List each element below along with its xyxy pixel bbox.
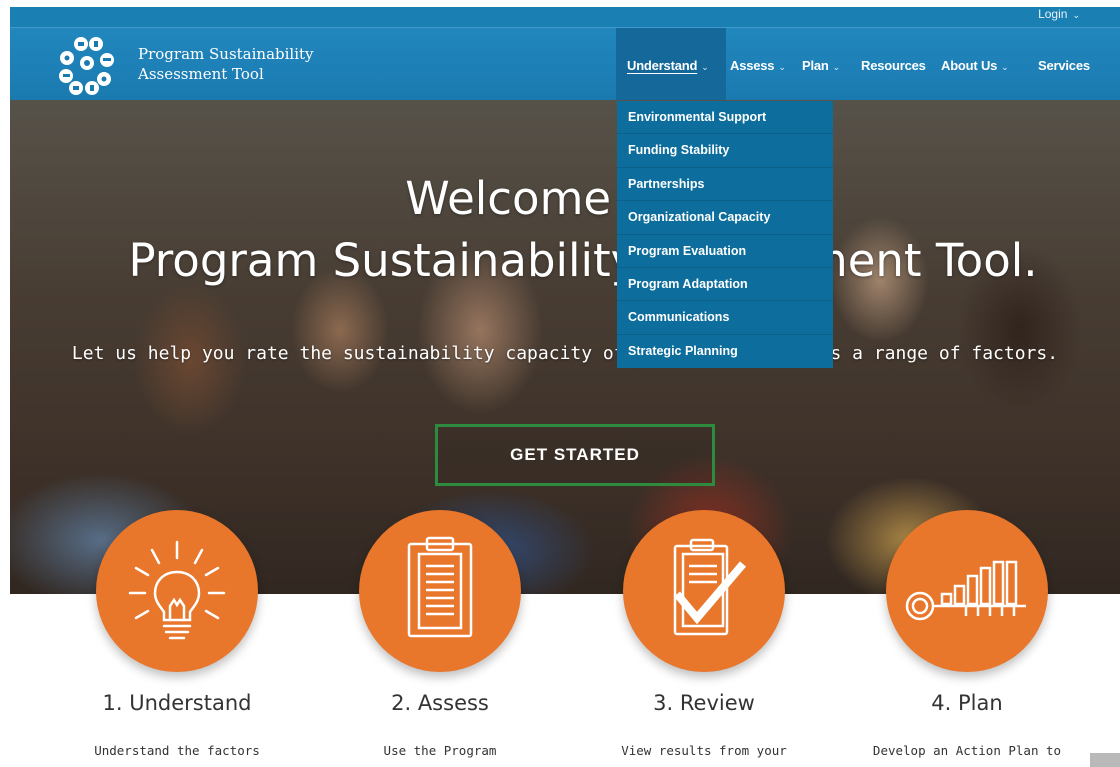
nav-services-label: Services	[1038, 58, 1090, 73]
site-title-line2: Assessment Tool	[138, 65, 264, 83]
step-review-circle[interactable]	[623, 510, 785, 672]
menu-item-organizational-capacity[interactable]: Organizational Capacity	[617, 201, 833, 235]
utility-bar: Login ⌄	[10, 7, 1120, 27]
nav-resources[interactable]: Resources	[861, 58, 926, 73]
logo-icon-cluster-icon	[59, 37, 114, 95]
step-plan-circle[interactable]	[886, 510, 1048, 672]
step-plan-description: Develop an Action Plan to	[872, 743, 1062, 758]
site-logo[interactable]	[54, 34, 124, 98]
step-assess-description: Use the Program	[383, 743, 497, 758]
menu-item-partnerships[interactable]: Partnerships	[617, 168, 833, 202]
nav-about-us-label: About Us	[941, 58, 998, 73]
nav-plan-label: Plan	[802, 58, 829, 73]
hero-subtitle: Let us help you rate the sustainability …	[71, 343, 1059, 364]
menu-item-communications[interactable]: Communications	[617, 301, 833, 335]
chevron-down-icon: ⌄	[1072, 10, 1080, 20]
chevron-down-icon: ⌄	[832, 62, 841, 72]
step-review-description: View results from your	[621, 743, 787, 758]
nav-plan[interactable]: Plan ⌄	[802, 58, 840, 73]
nav-assess-label: Assess	[730, 58, 775, 73]
understand-dropdown-menu: Environmental Support Funding Stability …	[617, 101, 833, 368]
step-review-title: 3. Review	[653, 691, 755, 715]
login-menu[interactable]: Login ⌄	[1038, 7, 1080, 27]
step-plan-title: 4. Plan	[931, 691, 1003, 715]
get-started-button[interactable]: GET STARTED	[435, 424, 715, 486]
menu-item-program-evaluation[interactable]: Program Evaluation	[617, 235, 833, 268]
hero-title-line1: Welcome to the	[405, 172, 759, 225]
site-title[interactable]: Program Sustainability Assessment Tool	[138, 44, 314, 84]
chevron-down-icon: ⌄	[1001, 62, 1009, 72]
chevron-down-icon: ⌄	[778, 62, 786, 72]
key-chart-icon	[905, 560, 1026, 621]
lightbulb-icon	[128, 540, 226, 640]
menu-item-strategic-planning[interactable]: Strategic Planning	[617, 335, 833, 368]
nav-assess[interactable]: Assess ⌄	[730, 58, 786, 73]
hero-title-line2: Program Sustainability Assessment Tool.	[128, 234, 1038, 287]
menu-item-program-adaptation[interactable]: Program Adaptation	[617, 268, 833, 302]
step-assess-title: 2. Assess	[391, 691, 489, 715]
scroll-to-top-button[interactable]	[1090, 753, 1120, 767]
menu-item-environmental-support[interactable]: Environmental Support	[617, 101, 833, 135]
chevron-down-icon: ⌄	[701, 62, 709, 72]
nav-understand[interactable]: Understand ⌄	[627, 58, 709, 73]
step-understand-circle[interactable]	[96, 510, 258, 672]
login-label[interactable]: Login	[1038, 7, 1067, 21]
site-header: Program Sustainability Assessment Tool U…	[10, 27, 1120, 101]
step-assess-circle[interactable]	[359, 510, 521, 672]
nav-resources-label: Resources	[861, 58, 926, 73]
nav-services[interactable]: Services	[1038, 58, 1090, 73]
step-understand-description: Understand the factors	[94, 743, 260, 758]
clipboard-icon	[407, 536, 473, 638]
step-understand-title: 1. Understand	[102, 691, 252, 715]
menu-item-funding-stability[interactable]: Funding Stability	[617, 134, 833, 168]
nav-understand-label: Understand	[627, 58, 698, 73]
nav-about-us[interactable]: About Us ⌄	[941, 58, 1009, 73]
checklist-icon	[673, 538, 747, 636]
site-title-line1: Program Sustainability	[138, 45, 314, 63]
